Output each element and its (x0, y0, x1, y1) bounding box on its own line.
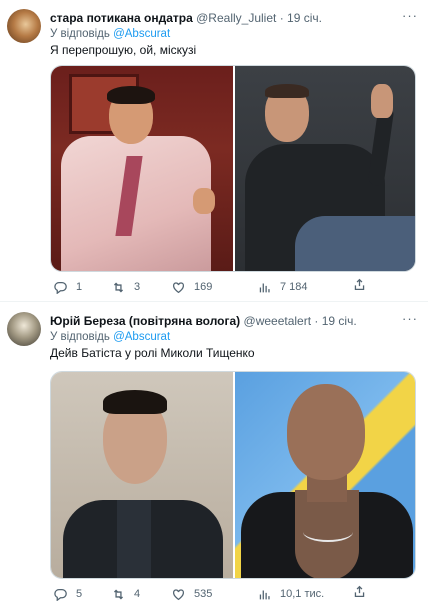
views-button[interactable]: 7 184 (258, 278, 308, 296)
timestamp[interactable]: 19 січ. (322, 314, 357, 328)
tweet-actions: 1 3 169 7 184 (48, 278, 368, 296)
timestamp[interactable]: 19 січ. (287, 11, 322, 25)
reply-button[interactable]: 1 (54, 278, 82, 296)
tweet-header: стара потикана ондатра @Really_Juliet · … (50, 9, 418, 27)
retweet-count: 4 (134, 588, 141, 600)
reply-count: 5 (76, 588, 83, 600)
share-button[interactable] (353, 585, 366, 603)
photo-detail (303, 522, 353, 542)
photo-bald-man-tattoo[interactable] (233, 372, 415, 578)
separator-dot: · (279, 11, 284, 25)
photo-detail (265, 84, 309, 98)
photo-actor-pink-suit[interactable] (51, 66, 233, 271)
views-chart-icon (259, 282, 270, 292)
reply-count: 1 (76, 281, 83, 293)
more-options-icon[interactable]: ··· (402, 9, 418, 22)
retweet-icon (113, 589, 124, 599)
reply-prefix: У відповідь (50, 28, 110, 40)
photo-detail (107, 86, 155, 104)
reply-context: У відповідь @Abscurat (50, 329, 170, 345)
heart-icon (172, 588, 185, 600)
share-icon (354, 585, 365, 598)
reply-icon (54, 281, 67, 294)
retweet-count: 3 (134, 281, 141, 293)
avatar[interactable] (7, 9, 41, 43)
media-grid (50, 65, 416, 272)
retweet-icon (113, 282, 124, 292)
media-grid (50, 371, 416, 579)
user-handle[interactable]: @Really_Juliet (196, 11, 276, 25)
tweet-actions: 5 4 535 10,1 тис. (48, 585, 368, 603)
separator-dot: · (314, 314, 319, 328)
reply-context: У відповідь @Abscurat (50, 26, 170, 42)
like-button[interactable]: 169 (172, 278, 212, 296)
reply-icon (54, 588, 67, 601)
views-chart-icon (259, 589, 270, 599)
photo-politician[interactable] (51, 372, 233, 578)
photo-detail (295, 216, 415, 271)
photo-detail (117, 500, 151, 578)
views-count: 10,1 тис. (280, 588, 325, 600)
views-count: 7 184 (280, 281, 308, 293)
tweet-header: Юрій Береза (повітряна волога) @weeetale… (50, 312, 418, 330)
reply-mention-link[interactable]: @Abscurat (113, 28, 170, 40)
tweet[interactable]: стара потикана ондатра @Really_Juliet · … (0, 0, 428, 301)
more-options-icon[interactable]: ··· (402, 312, 418, 325)
display-name[interactable]: Юрій Береза (повітряна волога) (50, 314, 240, 328)
share-button[interactable] (353, 278, 366, 296)
like-count: 169 (194, 281, 213, 293)
tweet-divider (0, 301, 428, 302)
like-button[interactable]: 535 (172, 585, 212, 603)
reply-button[interactable]: 5 (54, 585, 82, 603)
display-name[interactable]: стара потикана ондатра (50, 11, 193, 25)
tweet-text: Я перепрошую, ой, міскузі (50, 43, 197, 57)
tweet[interactable]: Юрій Береза (повітряна волога) @weeetale… (0, 304, 428, 610)
photo-detail (103, 390, 167, 414)
photo-detail (193, 188, 215, 214)
heart-icon (172, 281, 185, 293)
photo-man-dark-sweater[interactable] (233, 66, 415, 271)
views-button[interactable]: 10,1 тис. (258, 585, 324, 603)
photo-detail (287, 384, 365, 480)
avatar[interactable] (7, 312, 41, 346)
photo-detail (371, 84, 393, 118)
tweet-text: Дейв Батіста у ролі Миколи Тищенко (50, 346, 255, 360)
like-count: 535 (194, 588, 213, 600)
reply-prefix: У відповідь (50, 331, 110, 343)
reply-mention-link[interactable]: @Abscurat (113, 331, 170, 343)
share-icon (354, 278, 365, 291)
user-handle[interactable]: @weeetalert (244, 314, 312, 328)
retweet-button[interactable]: 4 (112, 585, 140, 603)
retweet-button[interactable]: 3 (112, 278, 140, 296)
